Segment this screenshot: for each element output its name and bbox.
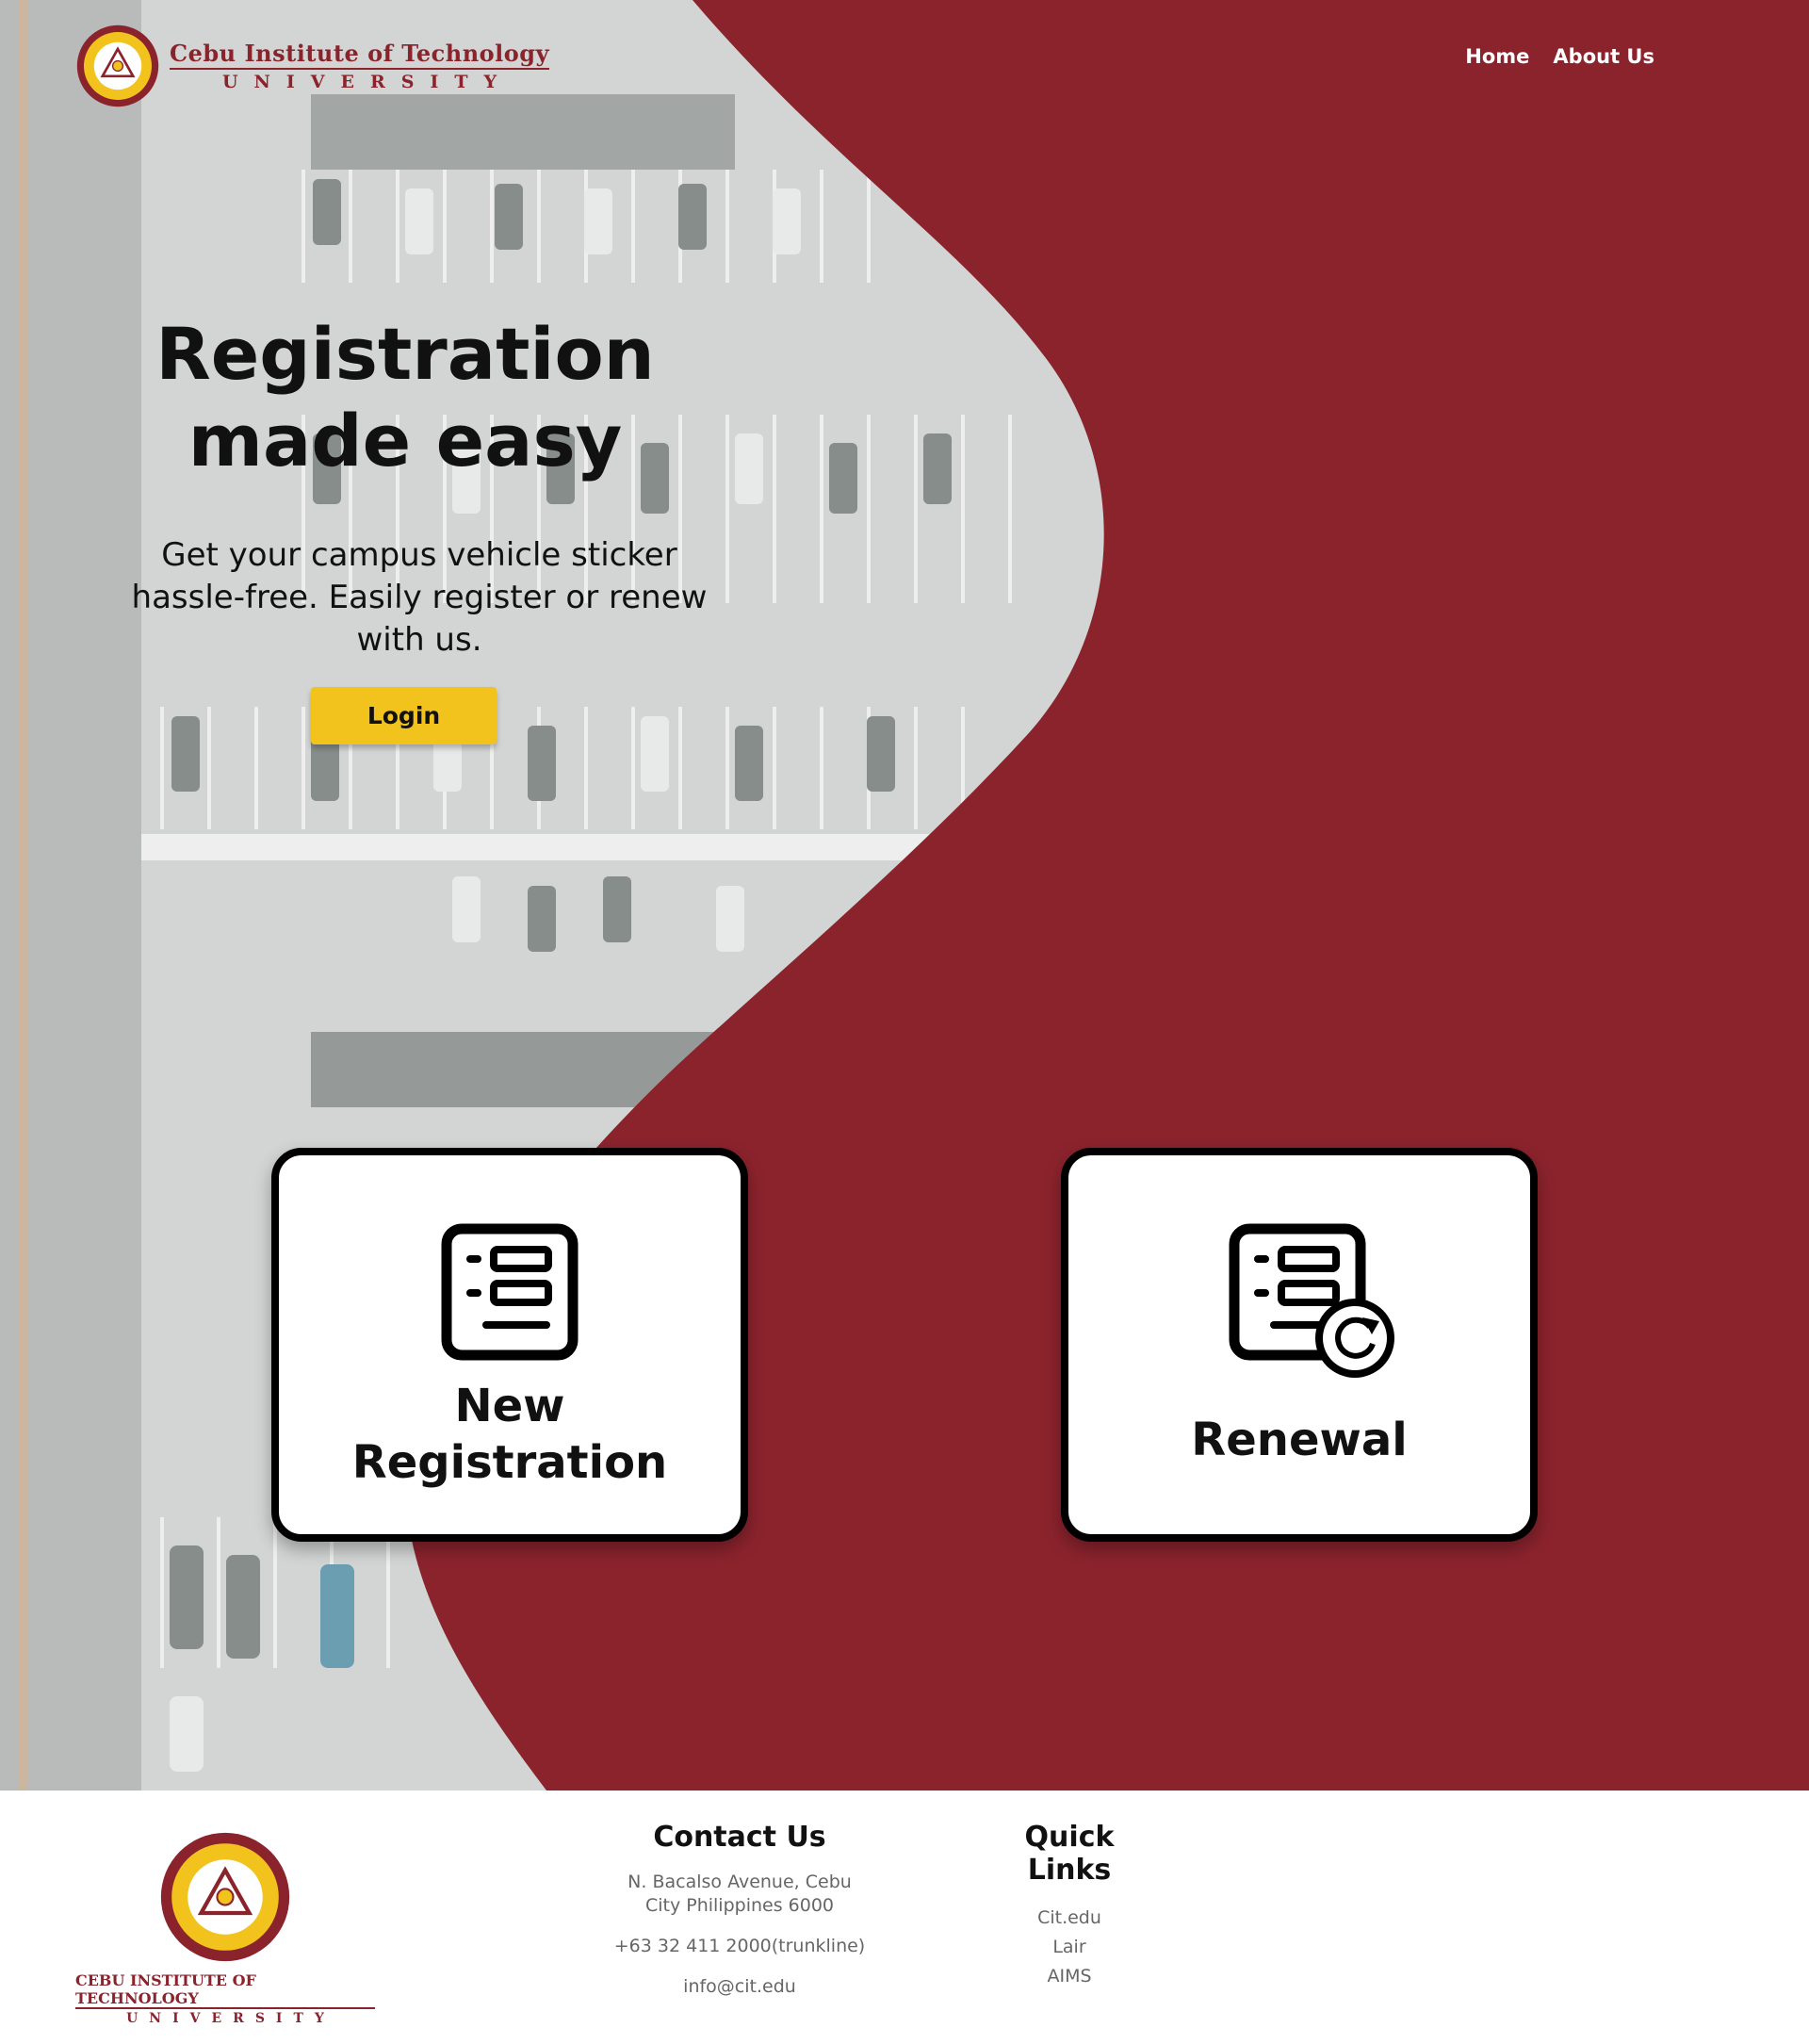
new-registration-label-line1: New <box>454 1380 565 1432</box>
contact-us-heading: Contact Us <box>653 1821 826 1854</box>
renewal-label: Renewal <box>1191 1414 1408 1466</box>
footer-logo-line1: CEBU INSTITUTE OF TECHNOLOGY <box>75 1971 375 2009</box>
brand-name-line2: UNIVERSITY <box>221 72 513 92</box>
nav-about-us-link[interactable]: About Us <box>1553 45 1654 68</box>
contact-address-line2: City Philippines 6000 <box>644 1895 835 1916</box>
nav-home-link[interactable]: Home <box>1465 45 1529 68</box>
maroon-wave-shape <box>405 0 1809 1791</box>
new-registration-label-line2: Registration <box>351 1436 668 1489</box>
quick-link-cit-edu[interactable]: Cit.edu <box>980 1904 1159 1933</box>
contact-address-line1: N. Bacalso Avenue, Cebu <box>627 1872 852 1892</box>
form-document-icon <box>441 1223 579 1361</box>
brand-wordmark: Cebu Institute of Technology UNIVERSITY <box>170 40 550 92</box>
cit-seal-logo <box>76 25 159 107</box>
footer-logo: CEBU INSTITUTE OF TECHNOLOGY UNIVERSITY <box>75 1830 375 2026</box>
contact-email: info@cit.edu <box>683 1976 796 1997</box>
top-nav: Home About Us <box>1465 45 1654 68</box>
footer: CEBU INSTITUTE OF TECHNOLOGY UNIVERSITY … <box>0 1791 1809 2044</box>
new-registration-card[interactable]: New Registration <box>271 1148 748 1542</box>
brand-name-line1: Cebu Institute of Technology <box>170 40 550 70</box>
renewal-card[interactable]: Renewal <box>1061 1148 1538 1542</box>
hero-subtext: Get your campus vehicle sticker hassle-f… <box>131 536 708 659</box>
quick-link-aims[interactable]: AIMS <box>980 1962 1159 1991</box>
contact-us-section: Contact Us N. Bacalso Avenue, Cebu City … <box>603 1821 876 1999</box>
form-document-refresh-icon <box>1229 1223 1394 1378</box>
new-registration-label: New Registration <box>279 1378 741 1491</box>
hero-headline: Registration made easy <box>122 311 688 484</box>
footer-logo-line2: UNIVERSITY <box>126 2011 335 2026</box>
hero-section: Cebu Institute of Technology UNIVERSITY … <box>0 0 1809 1791</box>
quick-links-heading: Quick Links <box>1024 1821 1115 1887</box>
hero-headline-line1: Registration <box>155 312 655 396</box>
contact-phone: +63 32 411 2000(trunkline) <box>613 1936 866 1956</box>
hero-headline-line2: made easy <box>187 399 623 482</box>
brand-header[interactable]: Cebu Institute of Technology UNIVERSITY <box>75 24 550 108</box>
quick-links-section: Quick Links Cit.edu Lair AIMS <box>980 1821 1159 1991</box>
login-button[interactable]: Login <box>311 687 497 744</box>
quick-link-lair[interactable]: Lair <box>980 1933 1159 1962</box>
cit-seal-logo <box>160 1832 290 1962</box>
